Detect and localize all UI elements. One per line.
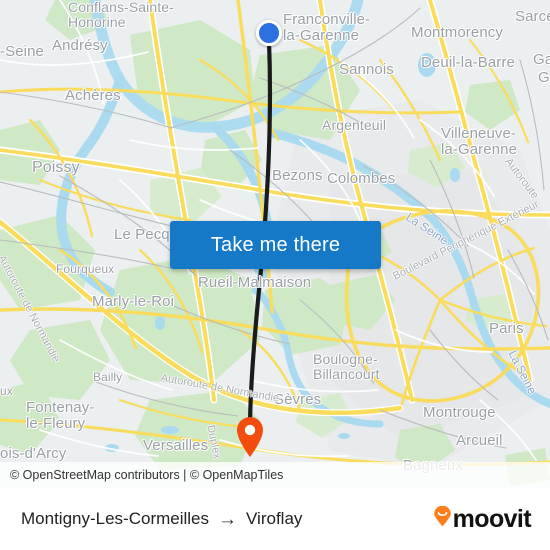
take-me-there-button[interactable]: Take me there bbox=[170, 221, 381, 269]
origin-marker[interactable] bbox=[256, 20, 282, 46]
attribution-text[interactable]: © OpenStreetMap contributors | © OpenMap… bbox=[10, 468, 283, 482]
footer-bar: Montigny-Les-Cormeilles → Viroflay moovi… bbox=[0, 488, 550, 550]
arrow-right-icon: → bbox=[218, 508, 238, 530]
route-summary: Montigny-Les-Cormeilles → Viroflay bbox=[21, 509, 302, 529]
moovit-wordmark: moovit bbox=[452, 504, 532, 533]
moovit-logo[interactable]: moovit bbox=[433, 504, 532, 533]
destination-marker[interactable] bbox=[235, 416, 265, 458]
route-destination-label: Viroflay bbox=[246, 509, 303, 528]
moovit-pin-icon bbox=[433, 505, 452, 532]
map-attribution: © OpenStreetMap contributors | © OpenMap… bbox=[0, 462, 550, 488]
map-canvas[interactable]: Conflans-Sainte- Honorine -Seine Andrésy Ac… bbox=[0, 0, 550, 488]
cta-label: Take me there bbox=[210, 233, 341, 256]
moovit-map-screen: Conflans-Sainte- Honorine -Seine Andrésy Ac… bbox=[0, 0, 550, 550]
route-origin-label: Montigny-Les-Cormeilles bbox=[21, 509, 210, 528]
